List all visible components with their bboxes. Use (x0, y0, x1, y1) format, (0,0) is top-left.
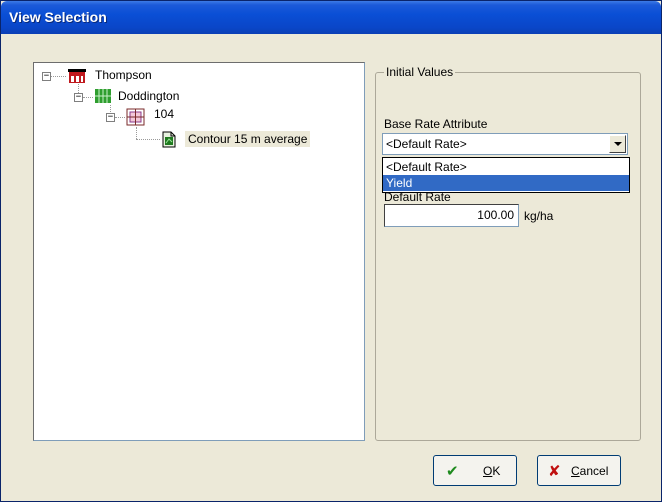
base-rate-attribute-combobox[interactable]: <Default Rate> (382, 133, 628, 155)
ok-button-label: OK (483, 464, 500, 478)
ok-mnemonic: O (483, 464, 493, 478)
cancel-mnemonic: C (571, 464, 580, 478)
window-title: View Selection (9, 9, 107, 25)
paddock-grid-icon (126, 108, 145, 126)
tree-connector (115, 117, 125, 118)
check-icon: ✔ (446, 462, 459, 480)
collapse-toggle-thompson[interactable]: − (42, 72, 51, 81)
cancel-button[interactable]: ✘ Cancel (537, 455, 621, 486)
ok-label-rest: K (492, 464, 501, 478)
ok-button[interactable]: ✔ OK (433, 455, 517, 486)
farm-icon (68, 69, 86, 83)
base-rate-value: 100.00 (477, 208, 514, 222)
view-tree[interactable]: − Thompson − Doddington − 104 Contour 15… (33, 62, 365, 441)
field-icon (95, 89, 111, 103)
tree-connector (83, 97, 93, 98)
collapse-toggle-104[interactable]: − (106, 113, 115, 122)
initial-values-title: Initial Values (384, 65, 456, 79)
base-rate-attribute-label: Base Rate Attribute (384, 117, 488, 131)
tree-node-label: Thompson (95, 68, 152, 82)
map-document-icon (162, 131, 176, 148)
cancel-button-label: Cancel (571, 464, 608, 478)
dropdown-option-yield[interactable]: Yield (383, 175, 629, 191)
tree-node-label-selected: Contour 15 m average (185, 131, 311, 147)
collapse-toggle-doddington[interactable]: − (74, 93, 83, 102)
rate-unit-label: kg/ha (524, 209, 554, 223)
dropdown-arrow-icon[interactable] (609, 135, 626, 153)
title-bar[interactable]: View Selection (1, 1, 661, 34)
tree-connector (51, 76, 66, 77)
tree-connector (136, 139, 160, 140)
tree-node-label: Doddington (118, 89, 180, 103)
x-icon: ✘ (548, 462, 561, 480)
tree-node-label: 104 (154, 107, 175, 121)
combobox-value: <Default Rate> (386, 137, 467, 151)
cancel-label-rest: ancel (579, 464, 609, 478)
base-rate-dropdown-list[interactable]: <Default Rate> Yield (382, 157, 630, 193)
dialog-window: View Selection − Thompson − Doddington −… (0, 0, 662, 502)
tree-connector (136, 127, 137, 139)
base-rate-input[interactable]: 100.00 (384, 204, 519, 227)
dropdown-option-default-rate[interactable]: <Default Rate> (383, 159, 629, 175)
